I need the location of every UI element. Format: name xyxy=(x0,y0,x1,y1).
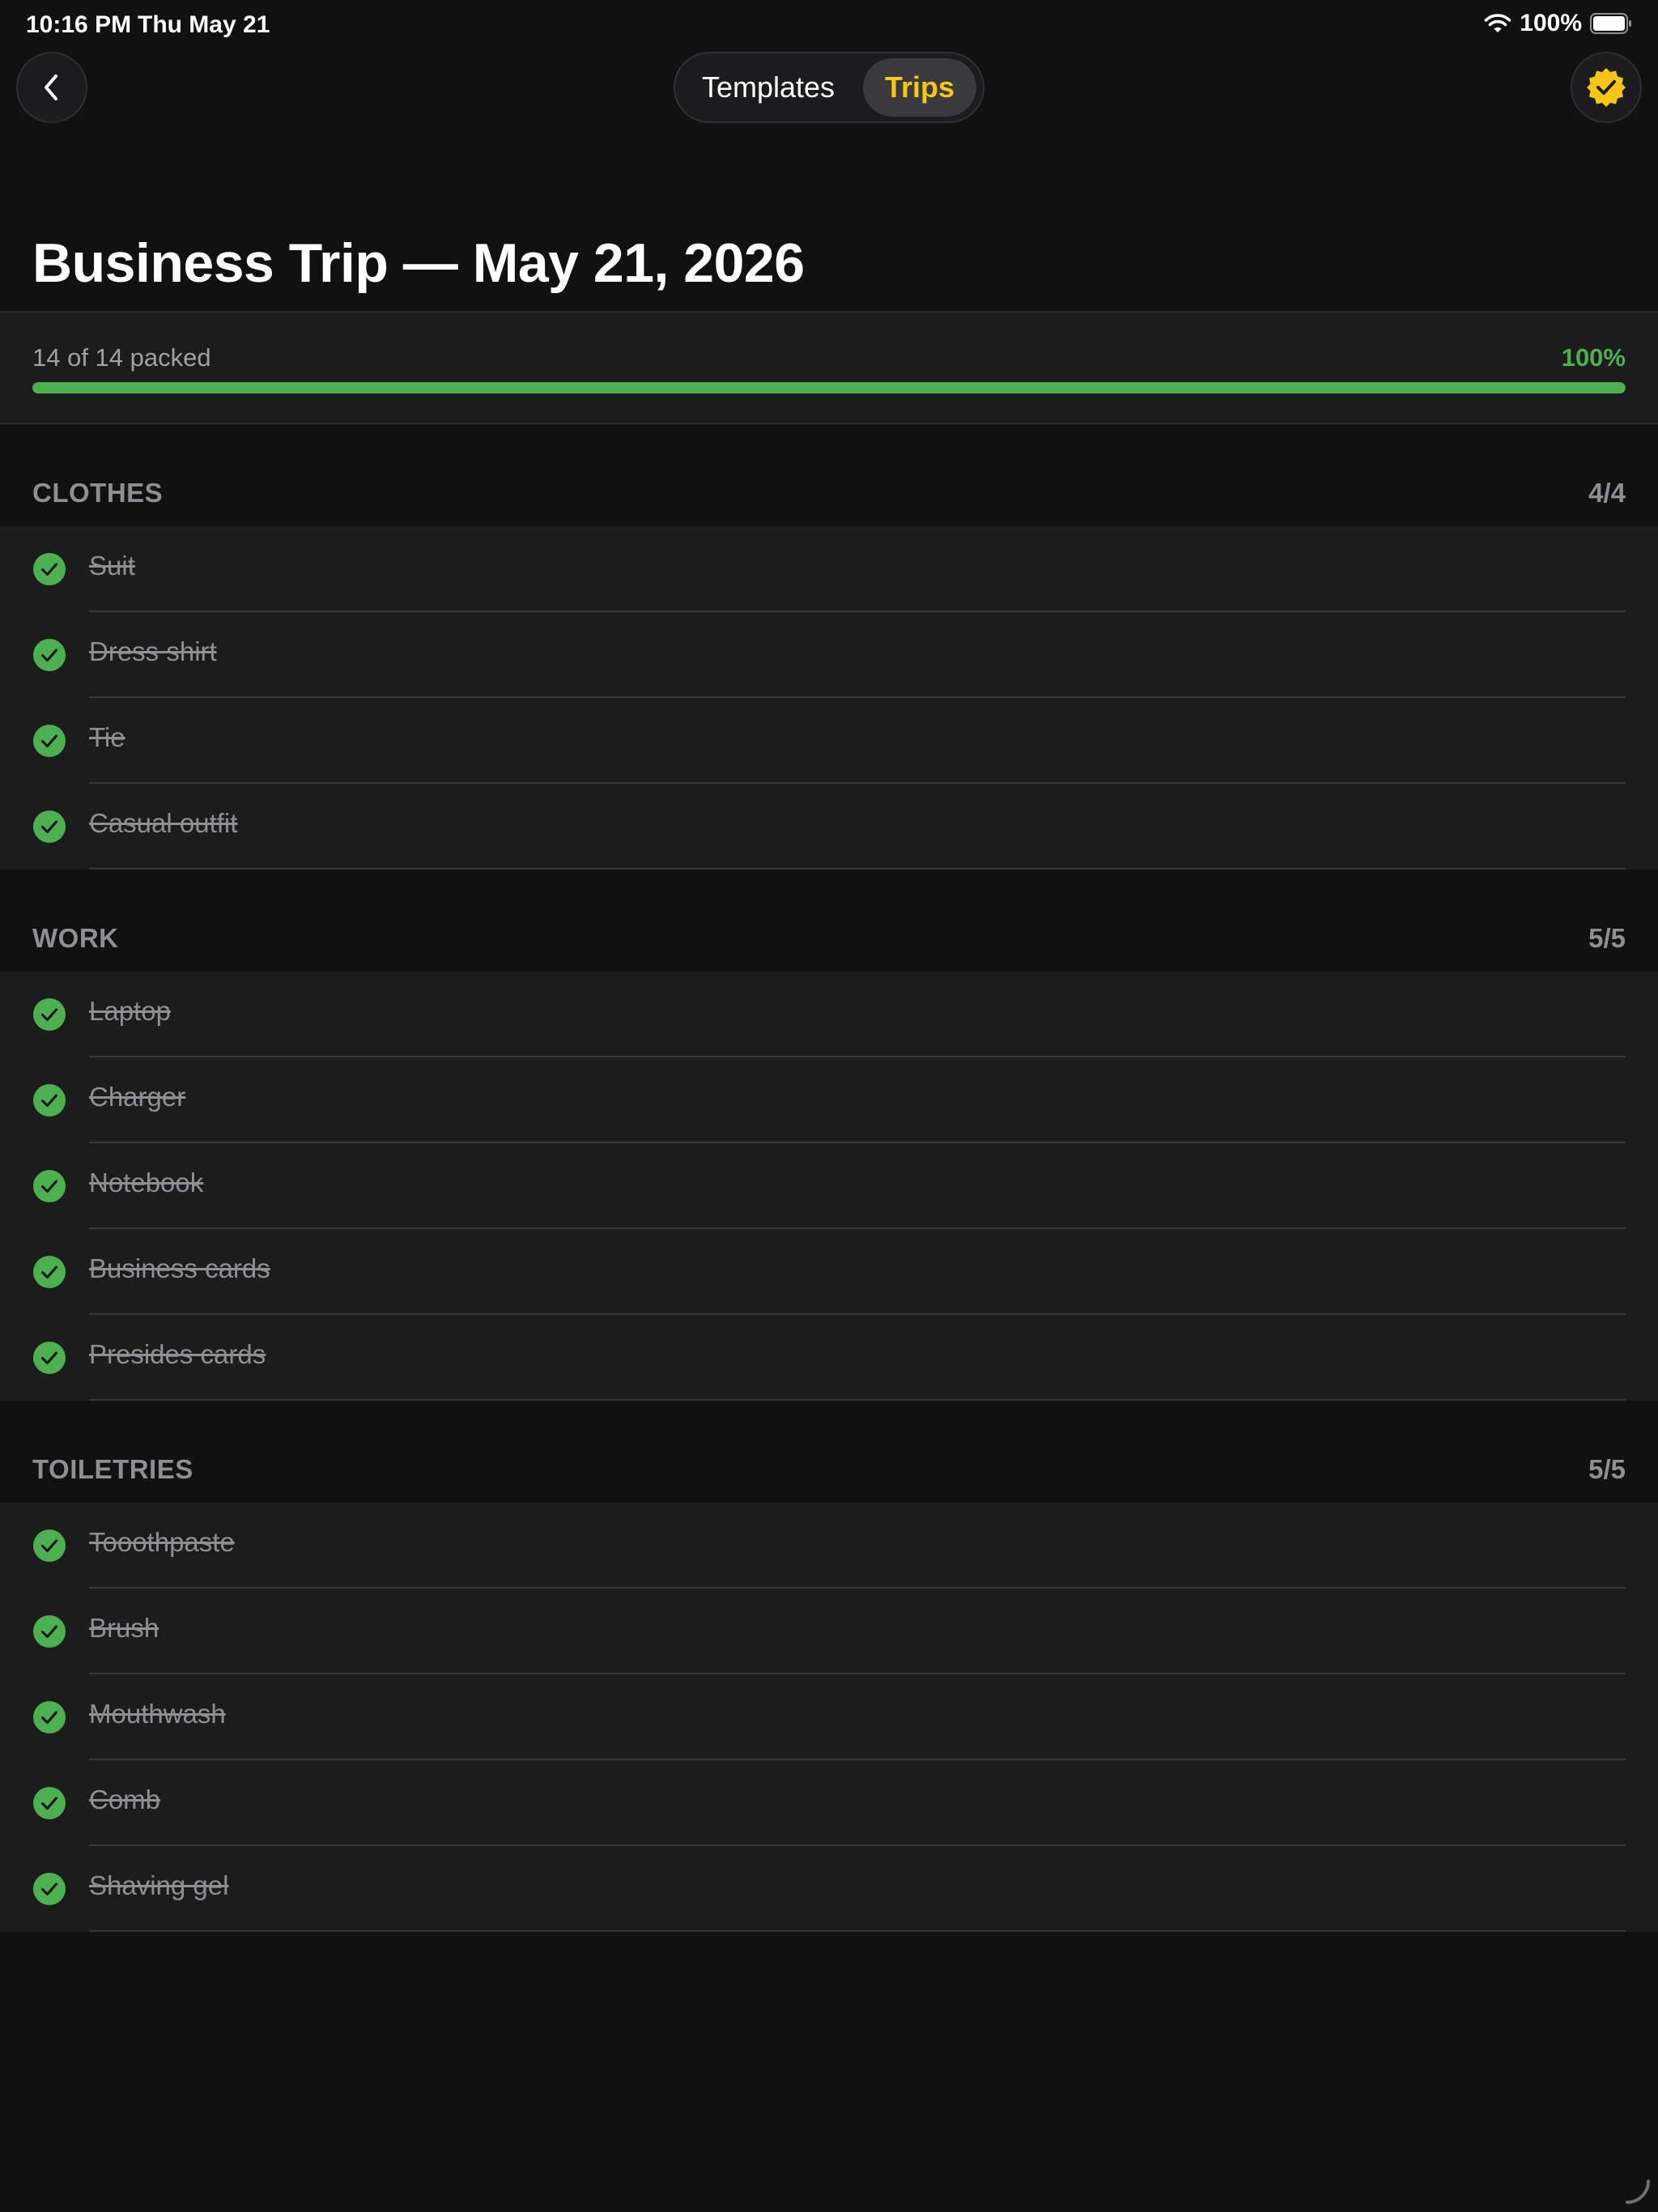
checkmark-circle-icon[interactable] xyxy=(32,1786,66,1820)
section-header-work: WORK 5/5 xyxy=(0,870,1658,972)
checkmark-circle-icon[interactable] xyxy=(32,998,66,1032)
section-count: 5/5 xyxy=(1588,923,1626,953)
item-label: Casual outfit xyxy=(89,808,238,838)
list-item[interactable]: Tooothpaste xyxy=(0,1503,1658,1589)
section-list-toiletries: Tooothpaste Brush Mouthwash Comb Shaving… xyxy=(0,1503,1658,1932)
item-label: Notebook xyxy=(89,1168,204,1197)
checkmark-seal-icon xyxy=(1587,68,1626,107)
item-label: Brush xyxy=(89,1613,159,1643)
tab-templates[interactable]: Templates xyxy=(691,58,845,117)
progress-card: 14 of 14 packed 100% xyxy=(0,311,1658,424)
tab-trips[interactable]: Trips xyxy=(863,58,976,117)
list-item[interactable]: Dress shirt xyxy=(0,612,1658,698)
checkmark-circle-icon[interactable] xyxy=(32,638,66,672)
list-item[interactable]: Tie xyxy=(0,698,1658,784)
checkmark-circle-icon[interactable] xyxy=(32,1255,66,1289)
list-item[interactable]: Comb xyxy=(0,1760,1658,1846)
list-item[interactable]: Business cards xyxy=(0,1229,1658,1315)
checkmark-circle-icon[interactable] xyxy=(32,810,66,844)
progress-percent: 100% xyxy=(1561,343,1626,372)
progress-text: 14 of 14 packed xyxy=(32,343,211,372)
section-count: 4/4 xyxy=(1588,478,1626,508)
list-item[interactable]: Notebook xyxy=(0,1143,1658,1229)
completion-badge-button[interactable] xyxy=(1571,52,1642,123)
item-label: Presides cards xyxy=(89,1339,266,1369)
section-header-toiletries: TOILETRIES 5/5 xyxy=(0,1401,1658,1503)
item-label: Mouthwash xyxy=(89,1699,226,1729)
list-item[interactable]: Suit xyxy=(0,526,1658,612)
status-date: Thu May 21 xyxy=(138,11,270,38)
list-item[interactable]: Shaving gel xyxy=(0,1846,1658,1932)
checkmark-circle-icon[interactable] xyxy=(32,1529,66,1563)
item-label: Business cards xyxy=(89,1253,270,1283)
section-title: CLOTHES xyxy=(32,478,164,508)
wifi-icon xyxy=(1484,14,1511,32)
status-time: 10:16 PM xyxy=(26,11,132,38)
checkmark-circle-icon[interactable] xyxy=(32,724,66,758)
screen: 10:16 PM Thu May 21 100% Templates Trips xyxy=(0,0,1658,2212)
section-list-clothes: Suit Dress shirt Tie Casual outfit xyxy=(0,526,1658,870)
section-title: WORK xyxy=(32,923,119,953)
checkmark-circle-icon[interactable] xyxy=(32,1700,66,1734)
back-button[interactable] xyxy=(16,52,87,123)
status-right: 100% xyxy=(1484,10,1632,37)
item-label: Tooothpaste xyxy=(89,1527,235,1557)
item-label: Laptop xyxy=(89,996,171,1026)
page-title: Business Trip — May 21, 2026 xyxy=(32,232,805,294)
resize-grip-icon[interactable] xyxy=(1622,2176,1652,2206)
item-label: Dress shirt xyxy=(89,636,217,666)
item-label: Suit xyxy=(89,551,135,581)
checkmark-circle-icon[interactable] xyxy=(32,1614,66,1648)
item-label: Tie xyxy=(89,722,125,752)
battery-icon xyxy=(1590,13,1631,34)
list-item[interactable]: Mouthwash xyxy=(0,1674,1658,1760)
checkmark-circle-icon[interactable] xyxy=(32,1341,66,1375)
status-bar: 10:16 PM Thu May 21 100% xyxy=(0,0,1658,52)
checkmark-circle-icon[interactable] xyxy=(32,552,66,586)
section-count: 5/5 xyxy=(1588,1454,1626,1484)
item-label: Comb xyxy=(89,1784,161,1814)
section-header-clothes: CLOTHES 4/4 xyxy=(0,424,1658,526)
progress-bar xyxy=(32,382,1626,393)
item-label: Charger xyxy=(89,1082,186,1112)
checkmark-circle-icon[interactable] xyxy=(32,1083,66,1117)
list-item[interactable]: Brush xyxy=(0,1589,1658,1674)
item-label: Shaving gel xyxy=(89,1870,229,1900)
mode-segmented-control: Templates Trips xyxy=(674,52,984,123)
row-divider xyxy=(89,1930,1626,1932)
progress-bar-fill xyxy=(32,382,1626,393)
list-item[interactable]: Charger xyxy=(0,1057,1658,1143)
checkmark-circle-icon[interactable] xyxy=(32,1169,66,1203)
list-item[interactable]: Casual outfit xyxy=(0,784,1658,870)
checkmark-circle-icon[interactable] xyxy=(32,1872,66,1906)
section-list-work: Laptop Charger Notebook Business cards P… xyxy=(0,972,1658,1401)
list-item[interactable]: Laptop xyxy=(0,972,1658,1057)
section-title: TOILETRIES xyxy=(32,1454,193,1484)
chevron-left-icon xyxy=(45,74,57,100)
list-item[interactable]: Presides cards xyxy=(0,1315,1658,1401)
battery-percent: 100% xyxy=(1520,10,1582,36)
